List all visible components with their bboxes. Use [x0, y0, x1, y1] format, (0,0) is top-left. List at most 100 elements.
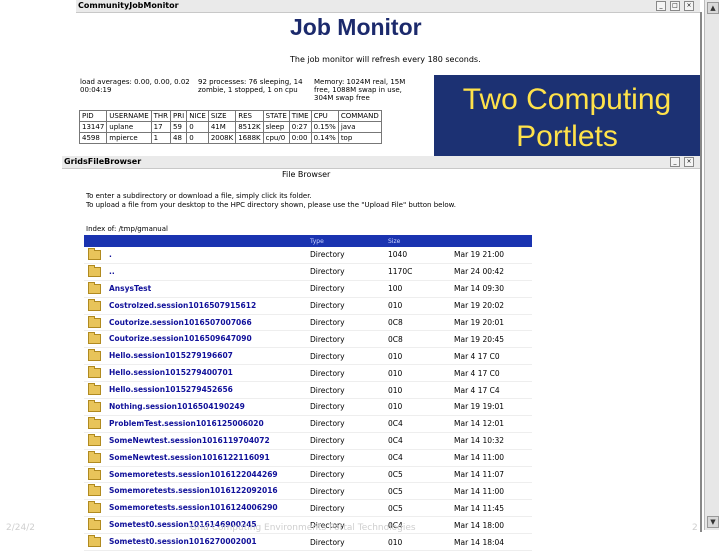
- file-name-link[interactable]: Hello.session1015279452656: [84, 381, 310, 400]
- table-row[interactable]: AnsysTest Directory 100 Mar 14 09:30: [84, 280, 532, 298]
- file-size: 0C5: [388, 499, 454, 518]
- table-row[interactable]: Hello.session1015279400701 Directory 010 Ma…: [84, 364, 532, 383]
- file-size: 0C5: [388, 466, 454, 484]
- file-name-link[interactable]: Nothing.session1016504190249: [84, 398, 310, 416]
- file-name-link[interactable]: ProblemTest.session1016125006020: [84, 415, 310, 433]
- folder-icon[interactable]: [88, 467, 101, 480]
- file-name-link[interactable]: Coutorize.session1016507007066: [84, 314, 310, 332]
- file-name-link[interactable]: Hello.session1015279400701: [84, 364, 310, 383]
- maximize-icon[interactable]: □: [670, 1, 680, 11]
- minimize-icon[interactable]: _: [656, 1, 666, 11]
- file-name[interactable]: Somemoretests.session1016122092016: [109, 486, 278, 495]
- file-name-link[interactable]: AnsysTest: [84, 280, 310, 298]
- file-name-link[interactable]: Coutorize.session1016509647090: [84, 330, 310, 349]
- file-name[interactable]: Hello.session1015279196607: [109, 351, 233, 360]
- table-row[interactable]: ProblemTest.session1016125006020 Director…: [84, 415, 532, 433]
- folder-icon[interactable]: [88, 433, 101, 446]
- folder-icon[interactable]: [88, 332, 101, 345]
- file-name[interactable]: Somemoretests.session1016124006290: [109, 503, 278, 512]
- folder-icon[interactable]: [88, 281, 101, 294]
- file-name-link[interactable]: Hello.session1015279196607: [84, 347, 310, 366]
- folder-icon[interactable]: [88, 315, 101, 328]
- file-name-link[interactable]: .: [84, 247, 310, 264]
- table-row[interactable]: Coutorize.session1016509647090 Directory 0…: [84, 330, 532, 349]
- file-name[interactable]: Hello.session1015279452656: [109, 385, 233, 394]
- column-header: THR: [150, 110, 172, 122]
- file-date: Mar 4 17 C4: [454, 381, 532, 400]
- folder-icon[interactable]: [88, 399, 101, 412]
- table-cell: 2008K: [207, 132, 237, 144]
- file-size: 0C4: [388, 449, 454, 467]
- file-size: 010: [388, 297, 454, 315]
- portlet-title: GridsFileBrowser: [64, 157, 142, 166]
- file-name[interactable]: ProblemTest.session1016125006020: [109, 419, 264, 428]
- file-type: Directory: [310, 398, 388, 416]
- portlet-title: CommunityJobMonitor: [78, 1, 179, 10]
- table-row[interactable]: Somemoretests.session1016122044269 Direct…: [84, 466, 532, 484]
- footer-date: 2/24/2: [6, 523, 35, 533]
- file-name[interactable]: SomeNewtest.session1016122116091: [109, 453, 270, 462]
- column-header: COMMAND: [337, 110, 382, 122]
- file-name[interactable]: Nothing.session1016504190249: [109, 402, 245, 411]
- column-header: PID: [78, 110, 108, 122]
- file-name-link[interactable]: SomeNewtest.session1016122116091: [84, 449, 310, 467]
- file-type: Directory: [310, 466, 388, 484]
- table-cell: 0:00: [288, 132, 312, 144]
- column-header: [454, 235, 532, 247]
- table-row[interactable]: . Directory 1040 Mar 19 21:00: [84, 247, 532, 264]
- close-icon[interactable]: ×: [684, 157, 694, 167]
- table-row[interactable]: Costrolzed.session1016507915612 Directory…: [84, 297, 532, 315]
- file-name[interactable]: SomeNewtest.session1016119704072: [109, 436, 270, 445]
- folder-icon[interactable]: [88, 366, 101, 379]
- table-row[interactable]: Somemoretests.session1016122092016 Direct…: [84, 482, 532, 501]
- scroll-up-icon[interactable]: ▲: [707, 2, 719, 14]
- file-name-link[interactable]: ..: [84, 263, 310, 281]
- table-row[interactable]: Coutorize.session1016507007066 Directory 0…: [84, 314, 532, 332]
- table-row[interactable]: Somemoretests.session1016124006290 Direct…: [84, 499, 532, 518]
- table-cell: mpierce: [106, 132, 152, 144]
- file-date: Mar 4 17 C0: [454, 364, 532, 383]
- folder-icon[interactable]: [88, 484, 101, 497]
- table-row[interactable]: Hello.session1015279452656 Directory 010 Ma…: [84, 381, 532, 400]
- folder-icon[interactable]: [88, 501, 101, 514]
- file-size: 010: [388, 381, 454, 400]
- folder-icon[interactable]: [88, 383, 101, 396]
- folder-icon[interactable]: [88, 247, 101, 260]
- folder-icon[interactable]: [88, 298, 101, 311]
- file-name[interactable]: .: [109, 250, 112, 259]
- folder-icon[interactable]: [88, 264, 101, 277]
- column-header: NICE: [186, 110, 209, 122]
- file-name[interactable]: Somemoretests.session1016122044269: [109, 470, 278, 479]
- file-name-link[interactable]: SomeNewtest.session1016119704072: [84, 432, 310, 450]
- file-name-link[interactable]: Somemoretests.session1016122092016: [84, 482, 310, 501]
- refresh-note: The job monitor will refresh every 180 s…: [290, 55, 481, 64]
- file-type: Directory: [310, 314, 388, 332]
- file-type: Directory: [310, 364, 388, 383]
- close-icon[interactable]: ×: [684, 1, 694, 11]
- folder-icon[interactable]: [88, 349, 101, 362]
- table-row[interactable]: SomeNewtest.session1016119704072 Director…: [84, 432, 532, 450]
- file-date: Mar 19 21:00: [454, 247, 532, 264]
- file-name[interactable]: Costrolzed.session1016507915612: [109, 301, 256, 310]
- file-name[interactable]: ..: [109, 267, 115, 276]
- file-type: Directory: [310, 499, 388, 518]
- table-cell: 1688K: [235, 132, 264, 144]
- file-name-link[interactable]: Costrolzed.session1016507915612: [84, 297, 310, 315]
- vertical-scrollbar[interactable]: ▲ ▼: [704, 0, 719, 530]
- file-name[interactable]: Coutorize.session1016509647090: [109, 334, 252, 343]
- file-name[interactable]: AnsysTest: [109, 284, 151, 293]
- file-name[interactable]: Coutorize.session1016507007066: [109, 318, 252, 327]
- file-name-link[interactable]: Somemoretests.session1016122044269: [84, 466, 310, 484]
- folder-icon[interactable]: [88, 450, 101, 463]
- file-name[interactable]: Hello.session1015279400701: [109, 368, 233, 377]
- folder-icon[interactable]: [88, 416, 101, 429]
- file-type: Directory: [310, 482, 388, 501]
- table-row[interactable]: Hello.session1015279196607 Directory 010 Ma…: [84, 347, 532, 366]
- table-row[interactable]: Nothing.session1016504190249 Directory 010…: [84, 398, 532, 416]
- minimize-icon[interactable]: _: [670, 157, 680, 167]
- table-cell: 41M: [207, 121, 237, 133]
- file-size: 010: [388, 364, 454, 383]
- file-name-link[interactable]: Somemoretests.session1016124006290: [84, 499, 310, 518]
- table-row[interactable]: .. Directory 1170C Mar 24 00:42: [84, 263, 532, 281]
- table-row[interactable]: SomeNewtest.session1016122116091 Director…: [84, 449, 532, 467]
